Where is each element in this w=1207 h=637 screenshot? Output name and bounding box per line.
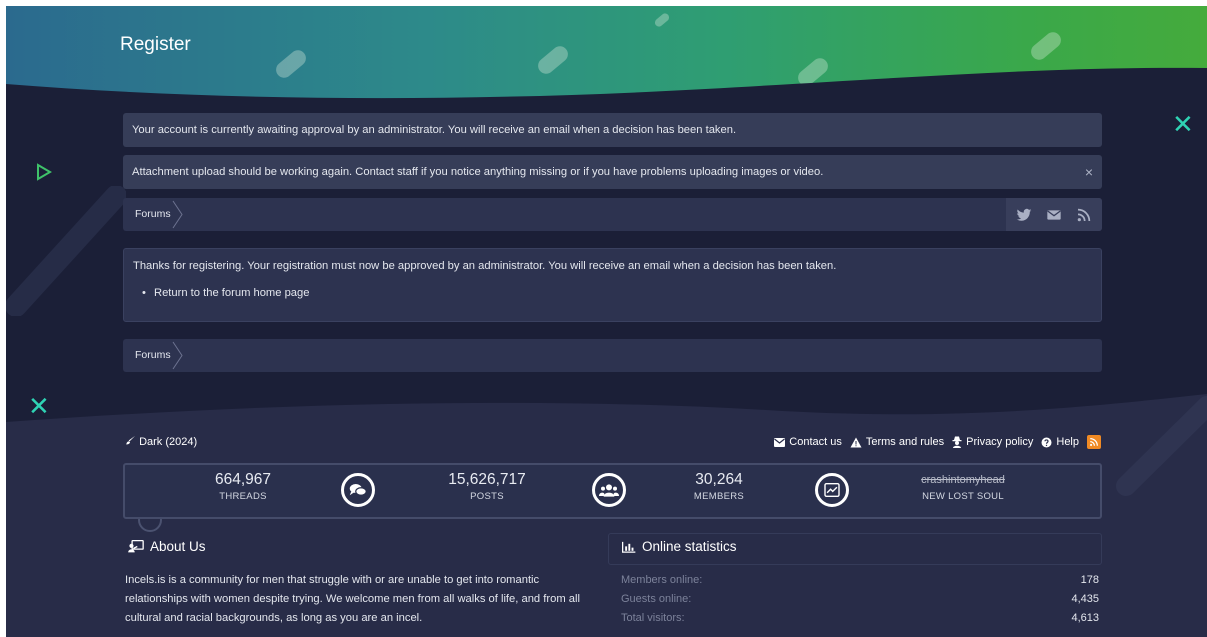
contact-us-label: Contact us [789, 436, 842, 448]
total-visitors-label: Total visitors: [621, 612, 685, 624]
breadcrumb-bottom: Forums [123, 339, 1102, 372]
members-online-label: Members online: [621, 574, 703, 586]
forum-statistics-bar: 664,967 THREADS 15,626,717 POSTS 30,264 … [123, 463, 1102, 519]
breadcrumb-forums-link-bottom[interactable]: Forums [135, 339, 171, 372]
privacy-label: Privacy policy [966, 436, 1034, 448]
contact-us-link[interactable]: Contact us [774, 436, 842, 448]
total-visitors-row: Total visitors: 4,613 [621, 612, 1099, 624]
members-label: MEMBERS [693, 491, 745, 502]
style-label: Dark (2024) [139, 436, 198, 448]
chevron-right-icon [172, 341, 183, 370]
guests-online-label: Guests online: [621, 593, 692, 605]
members-online-value: 178 [1080, 574, 1099, 586]
pill-decoration [1027, 28, 1065, 64]
mail-icon[interactable] [1046, 207, 1062, 223]
warning-icon [850, 437, 862, 447]
terms-label: Terms and rules [865, 436, 945, 448]
breadcrumb: Forums [123, 198, 1102, 231]
stat-latest-member: crashintomyhead NEW LOST SOUL [873, 471, 1053, 502]
stat-threads: 664,967 THREADS [153, 471, 333, 502]
online-statistics-heading: Online statistics [622, 539, 737, 554]
close-decoration-icon: ✕ [28, 392, 50, 422]
style-chooser-link[interactable]: Dark (2024) [125, 435, 197, 448]
registration-message: Thanks for registering. Your registratio… [133, 260, 837, 272]
play-decoration-icon [37, 163, 52, 181]
breadcrumb-forums-link[interactable]: Forums [135, 198, 171, 231]
guests-online-value: 4,435 [1071, 593, 1099, 605]
online-statistics-title: Online statistics [642, 539, 737, 554]
chart-bar-icon [622, 541, 636, 553]
approval-notice: Your account is currently awaiting appro… [123, 113, 1102, 147]
page: Register ✕ Your account is currently awa… [6, 6, 1207, 637]
threads-count: 664,967 [214, 471, 272, 488]
streak-decoration [6, 186, 126, 316]
chart-line-icon [815, 473, 849, 507]
pill-decoration [653, 11, 671, 29]
posts-count: 15,626,717 [448, 471, 526, 488]
about-us-heading: About Us [128, 539, 206, 554]
dismiss-notice-button[interactable]: × [1085, 155, 1093, 189]
users-icon [592, 473, 626, 507]
chevron-right-icon [172, 200, 183, 229]
help-label: Help [1056, 436, 1079, 448]
terms-link[interactable]: Terms and rules [850, 436, 944, 448]
latest-member-label: NEW LOST SOUL [922, 491, 1004, 502]
brush-icon [126, 435, 136, 445]
rss-icon [1090, 438, 1098, 446]
latest-member-link[interactable]: crashintomyhead [873, 474, 1053, 486]
chat-bubbles-icon [341, 473, 375, 507]
rss-feed-button[interactable] [1087, 435, 1101, 449]
close-decoration-icon: ✕ [1172, 110, 1194, 140]
privacy-link[interactable]: Privacy policy [952, 436, 1033, 448]
about-us-text: Incels.is is a community for men that st… [125, 574, 580, 624]
help-link[interactable]: Help [1041, 436, 1079, 448]
chalkboard-teacher-icon [128, 540, 144, 553]
rss-icon[interactable] [1076, 207, 1092, 223]
total-visitors-value: 4,613 [1071, 612, 1099, 624]
question-circle-icon [1041, 437, 1052, 447]
header-wave [6, 67, 1207, 111]
posts-label: POSTS [470, 491, 504, 502]
return-home-link[interactable]: Return to the forum home page [142, 287, 310, 299]
share-buttons [1006, 198, 1102, 231]
attachment-notice-text: Attachment upload should be working agai… [132, 166, 824, 178]
attachment-notice: Attachment upload should be working agai… [123, 155, 1102, 189]
registration-message-box: Thanks for registering. Your registratio… [123, 248, 1102, 322]
page-title: Register [120, 34, 191, 55]
members-online-row: Members online: 178 [621, 574, 1099, 586]
approval-notice-text: Your account is currently awaiting appro… [132, 124, 737, 136]
twitter-icon[interactable] [1016, 207, 1032, 223]
user-secret-icon [952, 436, 962, 448]
guests-online-row: Guests online: 4,435 [621, 593, 1099, 605]
mail-icon [774, 437, 786, 447]
footer-links: Contact us Terms and rules Privacy polic… [774, 435, 1101, 449]
members-count: 30,264 [695, 471, 743, 488]
stat-members: 30,264 MEMBERS [629, 471, 809, 502]
threads-label: THREADS [219, 491, 267, 502]
about-us-title: About Us [150, 539, 206, 554]
stat-posts: 15,626,717 POSTS [397, 471, 577, 502]
